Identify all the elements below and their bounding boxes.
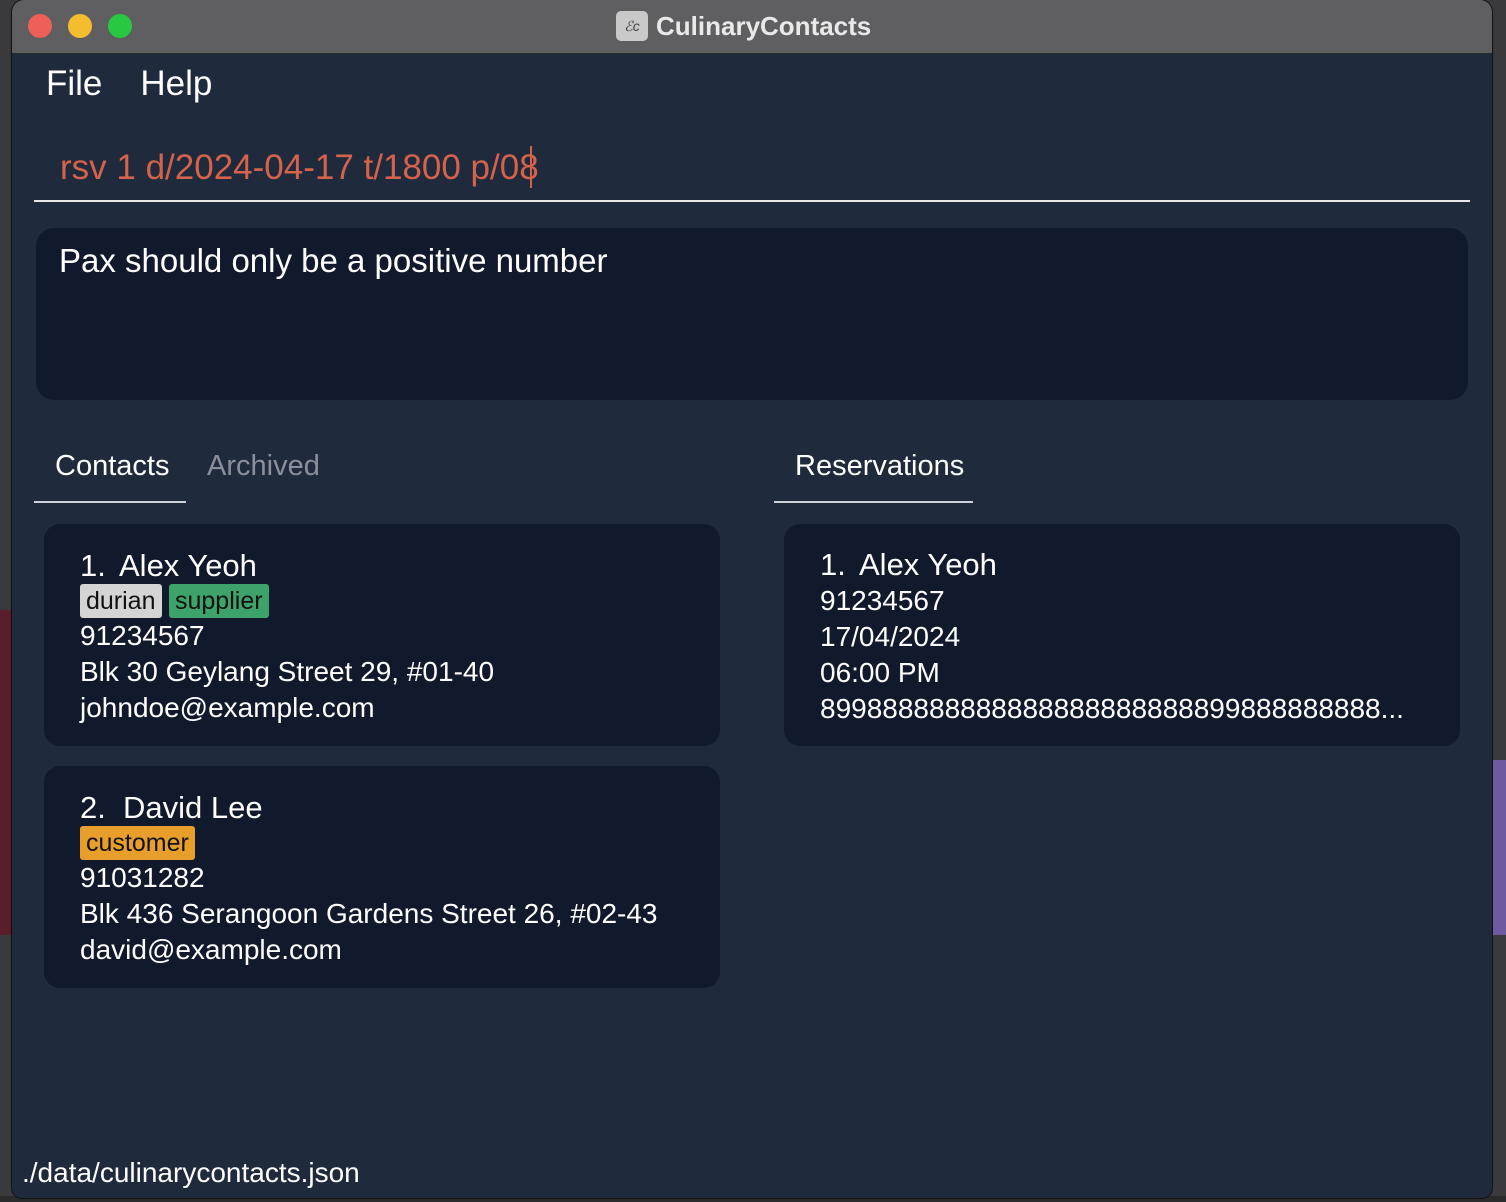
contact-name: Alex Yeoh	[119, 548, 257, 583]
window-title: CulinaryContacts	[656, 10, 872, 41]
window-title-group: ℰc CulinaryContacts	[616, 9, 871, 43]
contact-card[interactable]: 1. Alex Yeoh durian supplier 91234567 Bl…	[44, 524, 720, 746]
contact-email: david@example.com	[80, 934, 342, 965]
menu-help[interactable]: Help	[140, 64, 212, 104]
contact-name: David Lee	[123, 790, 263, 825]
status-bar-file-path: ./data/culinarycontacts.json	[22, 1157, 360, 1188]
minimize-window-button[interactable]	[68, 14, 92, 38]
text-caret	[530, 146, 532, 188]
app-window: ℰc CulinaryContacts File Help Pax should…	[12, 0, 1492, 1198]
reservation-card[interactable]: 1. Alex Yeoh 91234567 17/04/2024 06:00 P…	[784, 524, 1460, 746]
app-logo-icon: ℰc	[616, 11, 648, 41]
tab-reservations[interactable]: Reservations	[795, 450, 964, 483]
title-bar: ℰc CulinaryContacts	[12, 0, 1492, 54]
tag-badge: durian	[80, 584, 162, 618]
reservation-date: 17/04/2024	[820, 621, 961, 652]
menu-bar: File Help	[46, 64, 212, 104]
menu-file[interactable]: File	[46, 64, 102, 104]
contact-index: 2.	[80, 790, 106, 825]
desktop-background-left	[0, 610, 12, 935]
contact-address: Blk 436 Serangoon Gardens Street 26, #02…	[80, 898, 658, 929]
contact-email: johndoe@example.com	[80, 692, 375, 723]
tab-reservations-underline	[774, 501, 973, 503]
contact-index: 1.	[80, 548, 106, 583]
tag-badge: supplier	[169, 584, 269, 618]
zoom-window-button[interactable]	[108, 14, 132, 38]
contact-card[interactable]: 2. David Lee customer 91031282 Blk 436 S…	[44, 766, 720, 988]
reservation-time: 06:00 PM	[820, 657, 940, 688]
reservation-index: 1.	[820, 547, 846, 582]
tab-contacts[interactable]: Contacts	[55, 450, 169, 483]
contact-phone: 91031282	[80, 862, 205, 893]
contact-phone: 91234567	[80, 620, 205, 651]
close-window-button[interactable]	[28, 14, 52, 38]
reservation-pax: 899888888888888888888888899888888888...	[820, 693, 1404, 724]
tag-badge: customer	[80, 826, 195, 860]
desktop-background-right	[1492, 760, 1506, 935]
result-display: Pax should only be a positive number	[36, 228, 1468, 400]
reservation-phone: 91234567	[820, 585, 945, 616]
tab-archived[interactable]: Archived	[207, 450, 320, 483]
result-message: Pax should only be a positive number	[59, 242, 608, 279]
command-input[interactable]	[58, 144, 1442, 192]
contact-address: Blk 30 Geylang Street 29, #01-40	[80, 656, 495, 687]
command-box	[34, 134, 1470, 202]
reservation-name: Alex Yeoh	[859, 547, 997, 582]
tab-contacts-underline	[34, 501, 186, 503]
